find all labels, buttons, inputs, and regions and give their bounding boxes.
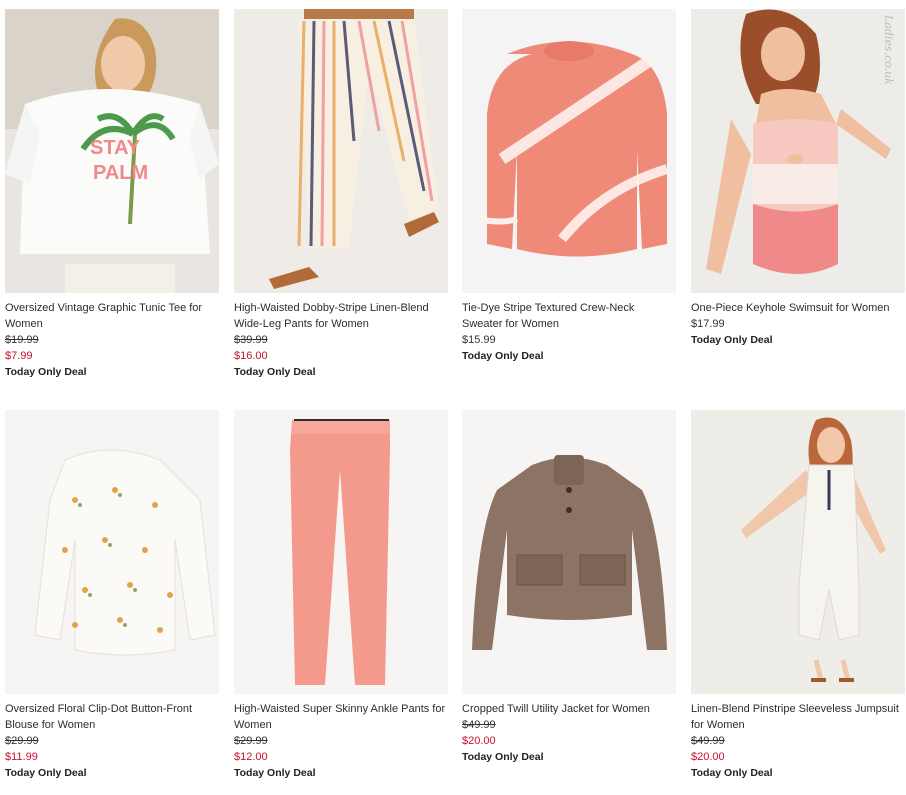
product-card[interactable]: STAY PALM Oversized Vintage Graphic Tuni… xyxy=(5,9,219,380)
product-name[interactable]: Oversized Vintage Graphic Tunic Tee for … xyxy=(5,300,219,332)
sale-price: $7.99 xyxy=(5,350,33,362)
product-name[interactable]: Oversized Floral Clip-Dot Button-Front B… xyxy=(5,701,219,733)
deal-badge: Today Only Deal xyxy=(234,767,316,779)
product-card[interactable]: Cropped Twill Utility Jacket for Women $… xyxy=(462,410,676,765)
price: $15.99 xyxy=(462,334,496,346)
product-name[interactable]: High-Waisted Dobby-Stripe Linen-Blend Wi… xyxy=(234,300,448,332)
original-price: $49.99 xyxy=(462,719,496,731)
deal-badge: Today Only Deal xyxy=(691,767,773,779)
product-name[interactable]: Linen-Blend Pinstripe Sleeveless Jumpsui… xyxy=(691,701,905,733)
deal-badge: Today Only Deal xyxy=(462,350,544,362)
product-image-utility-jacket[interactable] xyxy=(462,410,676,694)
deal-badge: Today Only Deal xyxy=(5,767,87,779)
watermark-text: Ladies.co.uk xyxy=(882,15,895,85)
product-image-graphic-tee[interactable]: STAY PALM xyxy=(5,9,219,293)
svg-text:PALM: PALM xyxy=(93,162,148,184)
product-card[interactable]: High-Waisted Super Skinny Ankle Pants fo… xyxy=(234,410,448,781)
deal-badge: Today Only Deal xyxy=(462,751,544,763)
original-price: $19.99 xyxy=(5,334,39,346)
deal-badge: Today Only Deal xyxy=(691,334,773,346)
product-card[interactable]: Oversized Floral Clip-Dot Button-Front B… xyxy=(5,410,219,781)
sale-price: $11.99 xyxy=(5,751,38,763)
price: $17.99 xyxy=(691,318,725,330)
sale-price: $16.00 xyxy=(234,350,268,362)
original-price: $39.99 xyxy=(234,334,268,346)
product-card[interactable]: Tie-Dye Stripe Textured Crew-Neck Sweate… xyxy=(462,9,676,364)
product-name[interactable]: Tie-Dye Stripe Textured Crew-Neck Sweate… xyxy=(462,300,676,332)
product-name[interactable]: Cropped Twill Utility Jacket for Women xyxy=(462,701,676,717)
deal-badge: Today Only Deal xyxy=(5,366,87,378)
product-image-pinstripe-jumpsuit[interactable] xyxy=(691,410,905,694)
sale-price: $20.00 xyxy=(462,735,496,747)
product-card[interactable]: Linen-Blend Pinstripe Sleeveless Jumpsui… xyxy=(691,410,905,781)
sale-price: $12.00 xyxy=(234,751,268,763)
product-card[interactable]: Ladies.co.uk One-Piece Keyhole Swimsuit … xyxy=(691,9,905,348)
product-image-floral-blouse[interactable] xyxy=(5,410,219,694)
sale-price: $20.00 xyxy=(691,751,725,763)
product-name[interactable]: One-Piece Keyhole Swimsuit for Women xyxy=(691,300,905,316)
original-price: $29.99 xyxy=(234,735,268,747)
original-price: $29.99 xyxy=(5,735,39,747)
product-image-skinny-pants[interactable] xyxy=(234,410,448,694)
svg-text:STAY: STAY xyxy=(90,137,141,159)
product-image-stripe-pants[interactable] xyxy=(234,9,448,293)
deal-badge: Today Only Deal xyxy=(234,366,316,378)
original-price: $49.99 xyxy=(691,735,725,747)
product-image-tie-dye-sweater[interactable] xyxy=(462,9,676,293)
product-image-swimsuit[interactable]: Ladies.co.uk xyxy=(691,9,905,293)
product-name[interactable]: High-Waisted Super Skinny Ankle Pants fo… xyxy=(234,701,448,733)
product-card[interactable]: High-Waisted Dobby-Stripe Linen-Blend Wi… xyxy=(234,9,448,380)
